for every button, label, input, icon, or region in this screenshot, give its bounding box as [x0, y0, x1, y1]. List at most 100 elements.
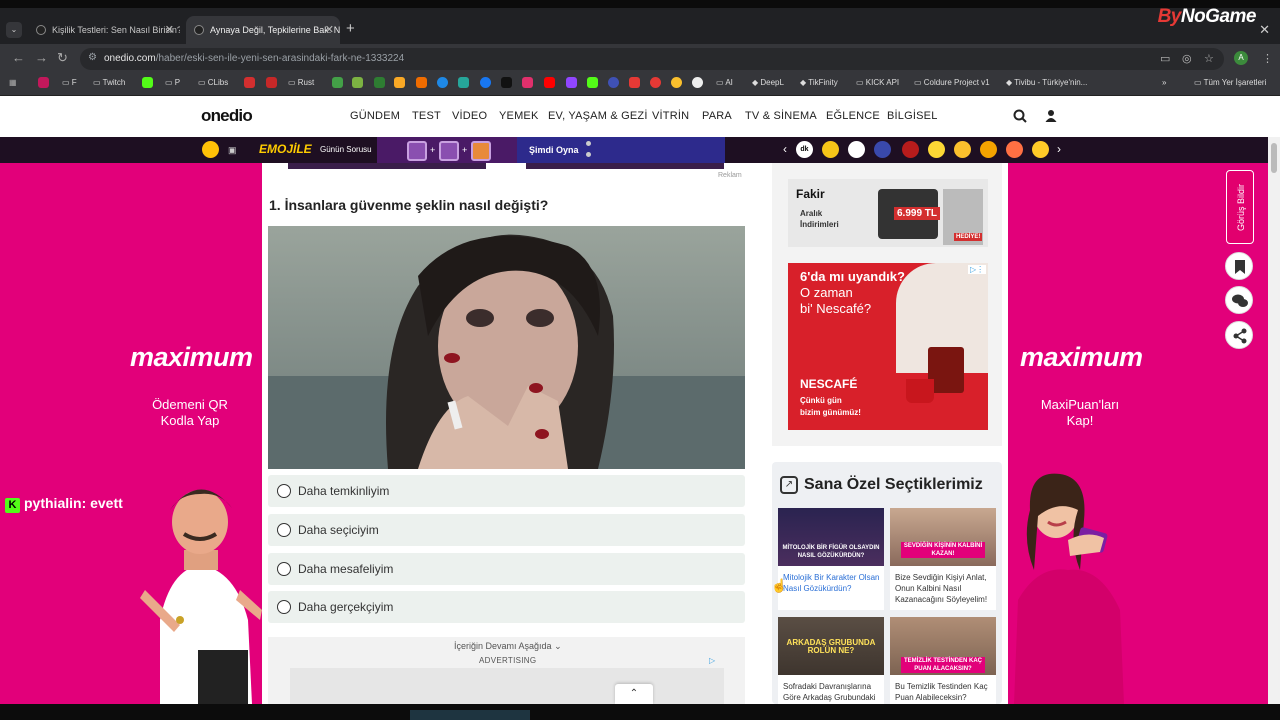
bookmark-icon[interactable] [650, 77, 661, 88]
twitch-icon[interactable] [566, 77, 577, 88]
nav-gundem[interactable]: GÜNDEM [350, 110, 400, 122]
emojile-logo[interactable]: EMOJİLE [259, 142, 312, 156]
gamepad-icon[interactable]: ▣ [228, 145, 237, 156]
bookmark-ai[interactable]: ▭ AI [716, 78, 733, 87]
tab-close-icon[interactable]: ✕ [325, 23, 334, 36]
bookmark-twitch[interactable]: ▭ Twitch [93, 78, 125, 87]
radio-circle[interactable] [277, 600, 291, 614]
strip-prev-icon[interactable]: ‹ [783, 142, 787, 156]
bookmark-all[interactable]: ▭ Tüm Yer İşaretleri [1194, 78, 1266, 87]
card-caption[interactable]: Bu Temizlik Testinden Kaç Puan Alabilece… [895, 681, 993, 703]
forward-icon[interactable]: → [35, 50, 48, 65]
dk-icon[interactable]: dk [796, 141, 813, 158]
bookmark-coldure[interactable]: ▭ Coldure Project v1 [914, 78, 990, 87]
answer-option-4[interactable]: Daha gerçekçiyim [268, 591, 745, 623]
game-icon[interactable] [902, 141, 919, 158]
bookmark-icon[interactable] [332, 77, 343, 88]
bookmark-icon[interactable] [629, 77, 640, 88]
install-icon[interactable]: ▭ [1160, 52, 1170, 65]
github-icon[interactable] [692, 77, 703, 88]
bookmark-icon[interactable] [458, 77, 469, 88]
emoji-sad-icon[interactable] [1032, 141, 1049, 158]
feedback-button[interactable]: Görüş Bildir [1226, 170, 1254, 244]
bookmark-f[interactable]: ▭ F [62, 78, 77, 87]
bookmark-icon[interactable] [671, 77, 682, 88]
tab-close-icon[interactable]: ✕ [165, 23, 174, 36]
emoji-heart-eyes-icon[interactable] [1006, 141, 1023, 158]
bookmark-icon[interactable] [352, 77, 363, 88]
tab-search-button[interactable]: ⌄ [6, 22, 22, 38]
game-icon[interactable] [954, 141, 971, 158]
maximum-logo-right[interactable]: maximum [1020, 342, 1143, 373]
bookmark-icon[interactable] [266, 77, 277, 88]
pick-card-1[interactable]: MİTOLOJİK BİR FİGÜR OLSAYDIN NASIL GÖZÜK… [778, 508, 884, 610]
bookmark-icon[interactable] [437, 77, 448, 88]
page-scrollbar[interactable] [1268, 137, 1280, 704]
bookmark-rust[interactable]: ▭ Rust [288, 78, 314, 87]
nav-yemek[interactable]: YEMEK [499, 110, 539, 122]
answer-option-1[interactable]: Daha temkinliyim [268, 475, 745, 507]
url-bar[interactable]: onedio.com/haber/eski-sen-ile-yeni-sen-a… [80, 48, 1224, 70]
scrollbar-thumb[interactable] [1271, 143, 1277, 173]
tab-kisilik-testleri[interactable]: Kişilik Testleri: Sen Nasıl Birisin? ✕ [28, 16, 180, 44]
bookmark-icon[interactable] [394, 77, 405, 88]
radio-circle[interactable] [277, 523, 291, 537]
card-caption[interactable]: Mitolojik Bir Karakter Olsan Nasıl Gözük… [783, 572, 881, 594]
nav-para[interactable]: PARA [702, 110, 732, 122]
tiktok-icon[interactable] [501, 77, 512, 88]
answer-option-3[interactable]: Daha mesafeliyim [268, 553, 745, 585]
simdi-oyna-button[interactable]: Şimdi Oyna [529, 145, 579, 155]
top-ad-banner[interactable] [526, 163, 724, 169]
game-icon[interactable] [928, 141, 945, 158]
radio-circle[interactable] [277, 562, 291, 576]
kick-icon[interactable] [142, 77, 153, 88]
bookmark-kick-api[interactable]: ▭ KICK API [856, 78, 899, 87]
bookmark-icon[interactable] [416, 77, 427, 88]
inline-ad[interactable] [290, 668, 724, 704]
new-tab-button[interactable]: + [346, 20, 355, 37]
bookmark-icon[interactable] [244, 77, 255, 88]
facebook-icon[interactable] [480, 77, 491, 88]
bookmarks-overflow-icon[interactable]: » [1162, 78, 1166, 87]
nav-vitrin[interactable]: VİTRİN [652, 110, 689, 122]
bookmark-tikfinity[interactable]: ◆ TikFinity [800, 78, 838, 87]
card-caption[interactable]: Bize Sevdiğin Kişiyi Anlat, Onun Kalbini… [895, 572, 993, 605]
user-icon[interactable] [1045, 109, 1057, 123]
comments-button[interactable] [1225, 286, 1253, 314]
strip-next-icon[interactable]: › [1057, 142, 1061, 156]
profile-avatar[interactable]: A [1234, 51, 1248, 65]
bookmark-deepl[interactable]: ◆ DeepL [752, 78, 784, 87]
back-icon[interactable]: ← [12, 50, 25, 65]
bookmark-button[interactable] [1225, 252, 1253, 280]
emoji-icon[interactable] [202, 141, 219, 158]
card-caption[interactable]: Sofradaki Davranışlarına Göre Arkadaş Gr… [783, 681, 881, 703]
game-icon[interactable] [874, 141, 891, 158]
radio-circle[interactable] [277, 484, 291, 498]
tab-aynaya-degil[interactable]: Aynaya Değil, Tepkilerine Bak: N ✕ [186, 16, 340, 44]
nav-eglence[interactable]: EĞLENCE [826, 110, 880, 122]
answer-option-2[interactable]: Daha seçiciyim [268, 514, 745, 546]
site-info-icon[interactable]: ⚙ [88, 52, 97, 63]
bookmark-p[interactable]: ▭ P [165, 78, 180, 87]
pick-card-3[interactable]: ARKADAŞ GRUBUNDA ROLÜN NE? Sofradaki Dav… [778, 617, 884, 704]
tracking-icon[interactable]: ◎ [1182, 52, 1192, 65]
reload-icon[interactable]: ↻ [57, 50, 68, 66]
fakir-ad[interactable]: Fakir Aralık İndirimleri 6.999 TL HEDİYE… [788, 179, 988, 247]
nav-ev-yasam-gezi[interactable]: EV, YAŞAM & GEZİ [548, 110, 648, 122]
adchoices-icon[interactable]: ▷⋮ [968, 265, 987, 274]
nav-video[interactable]: VİDEO [452, 110, 487, 122]
game-icon[interactable] [980, 141, 997, 158]
game-icon[interactable] [848, 141, 865, 158]
bookmark-icon[interactable] [38, 77, 49, 88]
window-close-icon[interactable]: ✕ [1259, 22, 1270, 38]
adchoices-icon[interactable]: ▷ [709, 656, 715, 665]
bookmark-clibs[interactable]: ▭ CLibs [198, 78, 228, 87]
nav-test[interactable]: TEST [412, 110, 441, 122]
kick-icon[interactable] [587, 77, 598, 88]
game-icon[interactable] [822, 141, 839, 158]
share-button[interactable] [1225, 321, 1253, 349]
maximum-logo-left[interactable]: maximum [130, 342, 253, 373]
pick-card-4[interactable]: TEMİZLİK TESTİNDEN KAÇ PUAN ALACAKSIN? B… [890, 617, 996, 704]
nescafe-ad[interactable]: 6'da mı uyandık? O zaman bi' Nescafé? NE… [788, 263, 988, 430]
scroll-up-button[interactable]: ⌃ [615, 684, 653, 704]
